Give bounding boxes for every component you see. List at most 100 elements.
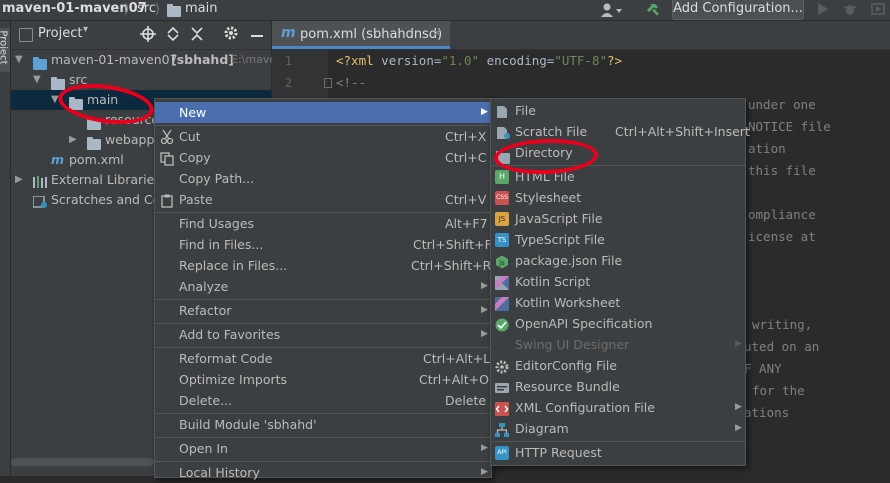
- close-icon[interactable]: ✕: [432, 26, 442, 40]
- file-icon: [496, 104, 508, 118]
- run-icon[interactable]: [816, 1, 830, 17]
- menu-label: XML Configuration File: [515, 400, 655, 415]
- submenu-arrow-icon: ▶: [481, 281, 488, 291]
- coverage-icon[interactable]: [870, 1, 886, 17]
- horizontal-scrollbar[interactable]: [11, 458, 154, 466]
- menu-item-paste[interactable]: Paste Ctrl+V: [155, 189, 491, 210]
- submenu-arrow-icon: ▶: [481, 467, 488, 477]
- editorconfig-icon: [495, 359, 509, 374]
- submenu-item-diagram[interactable]: Diagram ▶: [491, 418, 745, 439]
- openapi-icon: [495, 317, 509, 332]
- xml-value: "UTF-8": [554, 53, 607, 68]
- menu-item-copy[interactable]: Copy Ctrl+C: [155, 147, 491, 168]
- chevron-right-icon[interactable]: ▶: [69, 130, 77, 150]
- menu-label: Add to Favorites: [179, 327, 281, 342]
- user-icon[interactable]: [600, 2, 622, 18]
- project-tool-tab[interactable]: Project: [0, 28, 10, 72]
- menu-item-new[interactable]: New ▶: [155, 102, 491, 123]
- submenu-item-xml-config[interactable]: XML Configuration File ▶: [491, 397, 745, 418]
- line-number: 2: [284, 76, 292, 90]
- maven-icon: m: [51, 152, 65, 167]
- expand-all-icon[interactable]: [165, 26, 181, 42]
- menu-label: Swing UI Designer: [515, 337, 630, 352]
- add-configuration-button[interactable]: Add Configuration...: [672, 0, 804, 20]
- menu-label: Kotlin Script: [515, 274, 591, 289]
- menu-item-cut[interactable]: Cut Ctrl+X: [155, 126, 491, 147]
- submenu-item-package-json[interactable]: js package.json File: [491, 250, 745, 271]
- menu-item-open-in[interactable]: Open In ▶: [155, 438, 491, 459]
- menu-label: TypeScript File: [515, 232, 605, 247]
- html-icon: H: [495, 170, 509, 184]
- tree-row-pom[interactable]: m pom.xml: [11, 150, 156, 170]
- menu-item-add-to-favorites[interactable]: Add to Favorites ▶: [155, 324, 491, 345]
- tree-row-src[interactable]: ▼ src: [11, 70, 271, 90]
- menu-item-refactor[interactable]: Refactor ▶: [155, 300, 491, 321]
- scratch-file-icon: [496, 125, 510, 139]
- submenu-arrow-icon: ▶: [481, 443, 488, 453]
- project-tab-label: Project: [0, 30, 9, 65]
- collapse-all-icon[interactable]: [189, 26, 205, 42]
- menu-item-build-module[interactable]: Build Module 'sbhahd': [155, 414, 491, 435]
- code-fragment: under one: [748, 97, 816, 112]
- menu-item-find-usages[interactable]: Find Usages Alt+F7: [155, 213, 491, 234]
- chevron-down-icon[interactable]: ▼: [33, 70, 41, 90]
- submenu-item-kotlin-worksheet[interactable]: Kotlin Worksheet: [491, 292, 745, 313]
- tree-label-scratches: Scratches and Co: [51, 192, 156, 207]
- code-fragment: uted on an: [744, 339, 820, 354]
- submenu-arrow-icon: ▶: [481, 305, 488, 315]
- menu-item-find-in-files[interactable]: Find in Files... Ctrl+Shift+F: [155, 234, 492, 255]
- submenu-item-typescript-file[interactable]: TS TypeScript File: [491, 229, 745, 250]
- breadcrumb-main[interactable]: main: [185, 0, 217, 20]
- menu-item-delete[interactable]: Delete... Delete: [155, 390, 491, 411]
- tree-row-external-libraries[interactable]: ▶ External Libraries: [11, 170, 156, 190]
- submenu-item-editorconfig[interactable]: EditorConfig File: [491, 355, 745, 376]
- debug-icon[interactable]: [842, 1, 858, 17]
- menu-label: Kotlin Worksheet: [515, 295, 621, 310]
- menu-label: Local History: [179, 465, 260, 480]
- svg-text:js: js: [498, 259, 505, 267]
- menu-shortcut: Delete: [445, 393, 487, 408]
- submenu-item-scratch-file[interactable]: Scratch File Ctrl+Alt+Shift+Insert: [491, 121, 750, 142]
- menu-item-copy-path[interactable]: Copy Path...: [155, 168, 491, 189]
- menu-item-optimize-imports[interactable]: Optimize Imports Ctrl+Alt+O: [155, 369, 491, 390]
- api-icon: API: [495, 446, 509, 460]
- menu-label: File: [515, 103, 536, 118]
- submenu-item-stylesheet[interactable]: CSS Stylesheet: [491, 187, 745, 208]
- breadcrumb-src[interactable]: src: [137, 0, 156, 20]
- tree-row-scratches[interactable]: Scratches and Co: [11, 190, 156, 210]
- menu-label: Paste: [179, 192, 213, 207]
- locate-file-icon[interactable]: [140, 26, 156, 42]
- submenu-item-openapi[interactable]: OpenAPI Specification: [491, 313, 745, 334]
- menu-item-local-history[interactable]: Local History ▶: [155, 462, 491, 483]
- chevron-down-icon[interactable]: ▼: [15, 50, 23, 70]
- hide-panel-icon[interactable]: [251, 35, 263, 37]
- gear-icon[interactable]: [223, 25, 239, 41]
- submenu-item-kotlin-script[interactable]: Kotlin Script: [491, 271, 745, 292]
- tree-label-pom: pom.xml: [69, 152, 124, 167]
- code-fragment: ompliance: [748, 207, 816, 222]
- code-fragment: NOTICE file: [748, 119, 831, 134]
- javascript-icon: JS: [495, 212, 509, 226]
- menu-label: HTTP Request: [515, 445, 602, 460]
- resource-bundle-icon: [495, 380, 509, 394]
- tab-pom-xml[interactable]: m pom.xml (sbhahdnsd) ✕: [272, 21, 450, 49]
- xml-declaration: <?xml: [336, 53, 374, 68]
- chevron-down-icon[interactable]: ▾: [83, 24, 88, 35]
- code-fragment: this file: [748, 163, 816, 178]
- menu-item-analyze[interactable]: Analyze ▶: [155, 276, 491, 297]
- menu-shortcut: Ctrl+Shift+F: [413, 237, 492, 252]
- submenu-item-resource-bundle[interactable]: Resource Bundle: [491, 376, 745, 397]
- submenu-item-file[interactable]: File: [491, 100, 745, 121]
- chevron-right-icon[interactable]: ▶: [15, 170, 23, 190]
- submenu-item-javascript-file[interactable]: JS JavaScript File: [491, 208, 745, 229]
- tree-row-root[interactable]: ▼ maven-01-maven07 [sbhahd] E:\mave: [11, 50, 276, 70]
- submenu-item-http-request[interactable]: API HTTP Request: [491, 442, 745, 463]
- menu-item-replace-in-files[interactable]: Replace in Files... Ctrl+Shift+R: [155, 255, 491, 276]
- panel-title[interactable]: Project: [38, 26, 82, 41]
- submenu-arrow-icon: ▶: [481, 107, 488, 117]
- tree-row-webapp[interactable]: ▶ webapp: [11, 130, 156, 150]
- menu-item-reformat-code[interactable]: Reformat Code Ctrl+Alt+L: [155, 348, 491, 369]
- copy-icon: [160, 151, 174, 166]
- fold-marker-icon[interactable]: [324, 78, 332, 88]
- build-hammer-icon[interactable]: [646, 1, 662, 17]
